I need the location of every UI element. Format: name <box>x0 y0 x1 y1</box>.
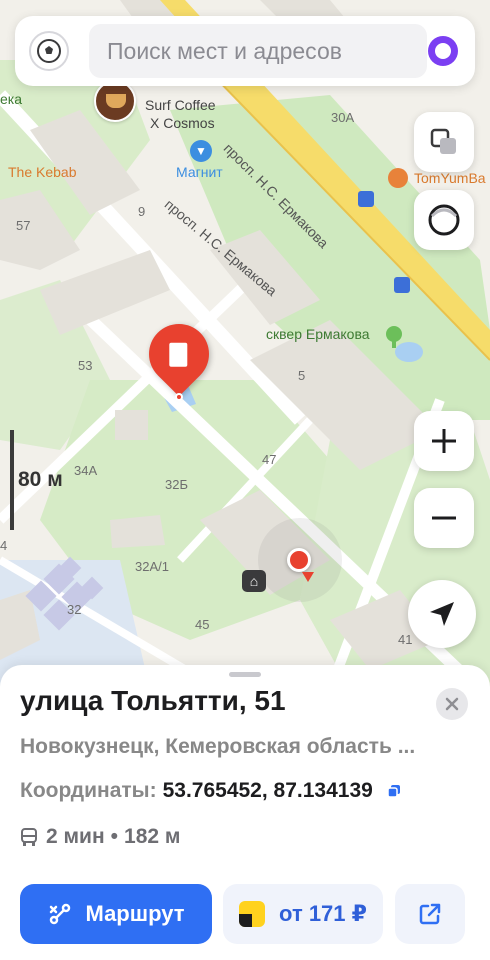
house-number: 5 <box>298 368 306 383</box>
poi-label: X Cosmos <box>150 115 215 131</box>
transport-info: 2 мин • 182 м <box>20 825 180 849</box>
separator: • <box>110 825 119 848</box>
house-number: 45 <box>195 617 210 632</box>
house-number: 32 <box>67 602 82 617</box>
alice-icon <box>428 36 458 66</box>
taxi-price-label: от 171 ₽ <box>279 901 367 926</box>
layers-button[interactable] <box>414 112 474 172</box>
route-icon <box>50 903 71 925</box>
transit-stop-icon[interactable] <box>358 191 374 207</box>
user-location-pin[interactable] <box>287 548 311 572</box>
taxi-button[interactable]: от 171 ₽ <box>223 884 383 944</box>
marker-point <box>175 393 183 401</box>
share-button[interactable] <box>395 884 465 944</box>
zoom-out-button[interactable] <box>414 488 474 548</box>
coordinates-row: Координаты: 53.765452, 87.134139 <box>20 779 401 803</box>
house-number: 9 <box>138 204 146 219</box>
park-label: сквер Ермакова <box>266 326 370 342</box>
cafe-icon[interactable] <box>388 168 408 188</box>
map-view[interactable]: просп. Н.С. Ермакова просп. Н.С. Ермаков… <box>0 0 490 690</box>
voice-assistant-button[interactable] <box>423 31 463 71</box>
route-button-label: Маршрут <box>85 901 185 926</box>
navigation-arrow-icon <box>430 602 454 626</box>
house-number: 32А/1 <box>135 559 169 574</box>
house-number: 57 <box>16 218 31 233</box>
close-icon <box>445 697 459 711</box>
scale-label: 80 м <box>18 468 63 491</box>
house-number: 53 <box>78 358 93 373</box>
poi-label: TomYumBa <box>414 170 486 186</box>
coordinates-value[interactable]: 53.765452, 87.134139 <box>163 779 373 802</box>
route-button[interactable]: Маршрут <box>20 884 212 944</box>
soccer-ball-icon <box>37 39 61 63</box>
profile-button[interactable] <box>29 31 69 71</box>
house-number: 4 <box>0 538 8 553</box>
layers-icon <box>430 128 456 154</box>
place-title: улица Тольятти, 51 <box>20 685 286 716</box>
compass-icon <box>428 204 460 236</box>
transit-stop-icon[interactable] <box>394 277 410 293</box>
home-icon[interactable]: ⌂ <box>242 570 266 592</box>
poi-label: Магнит <box>176 164 223 180</box>
poi-surf-coffee[interactable] <box>94 80 136 122</box>
zoom-in-button[interactable] <box>414 411 474 471</box>
sheet-grabber[interactable] <box>229 672 261 677</box>
house-number: 32Б <box>165 477 188 492</box>
search-input[interactable]: Поиск мест и адресов <box>89 24 427 78</box>
basket-icon[interactable]: ▼ <box>190 140 212 162</box>
transport-time: 2 мин <box>46 825 105 848</box>
poi-label: The Kebab <box>8 164 77 180</box>
building-icon <box>169 342 188 367</box>
minus-icon <box>432 516 456 520</box>
my-location-button[interactable] <box>408 580 476 648</box>
copy-icon[interactable] <box>386 784 401 799</box>
house-number: 30А <box>331 110 355 125</box>
coordinates-label: Координаты: <box>20 779 157 802</box>
house-number: 47 <box>262 452 277 467</box>
taxi-icon <box>239 901 266 927</box>
house-number: 34А <box>74 463 98 478</box>
bus-icon <box>21 828 37 846</box>
place-card: улица Тольятти, 51 Новокузнецк, Кемеровс… <box>0 665 490 960</box>
scale-bar <box>10 430 14 530</box>
coffee-icon <box>106 94 126 108</box>
compass-button[interactable] <box>414 190 474 250</box>
close-button[interactable] <box>436 688 468 720</box>
share-icon <box>419 903 441 925</box>
house-number: 41 <box>398 632 413 647</box>
poi-label: ека <box>0 91 23 107</box>
direction-arrow-icon <box>302 572 314 582</box>
search-bar: Поиск мест и адресов <box>15 16 475 86</box>
transport-distance: 182 м <box>124 825 181 848</box>
poi-label: Surf Coffee <box>145 97 216 113</box>
plus-icon <box>432 429 456 453</box>
place-address: Новокузнецк, Кемеровская область ... <box>20 735 416 758</box>
